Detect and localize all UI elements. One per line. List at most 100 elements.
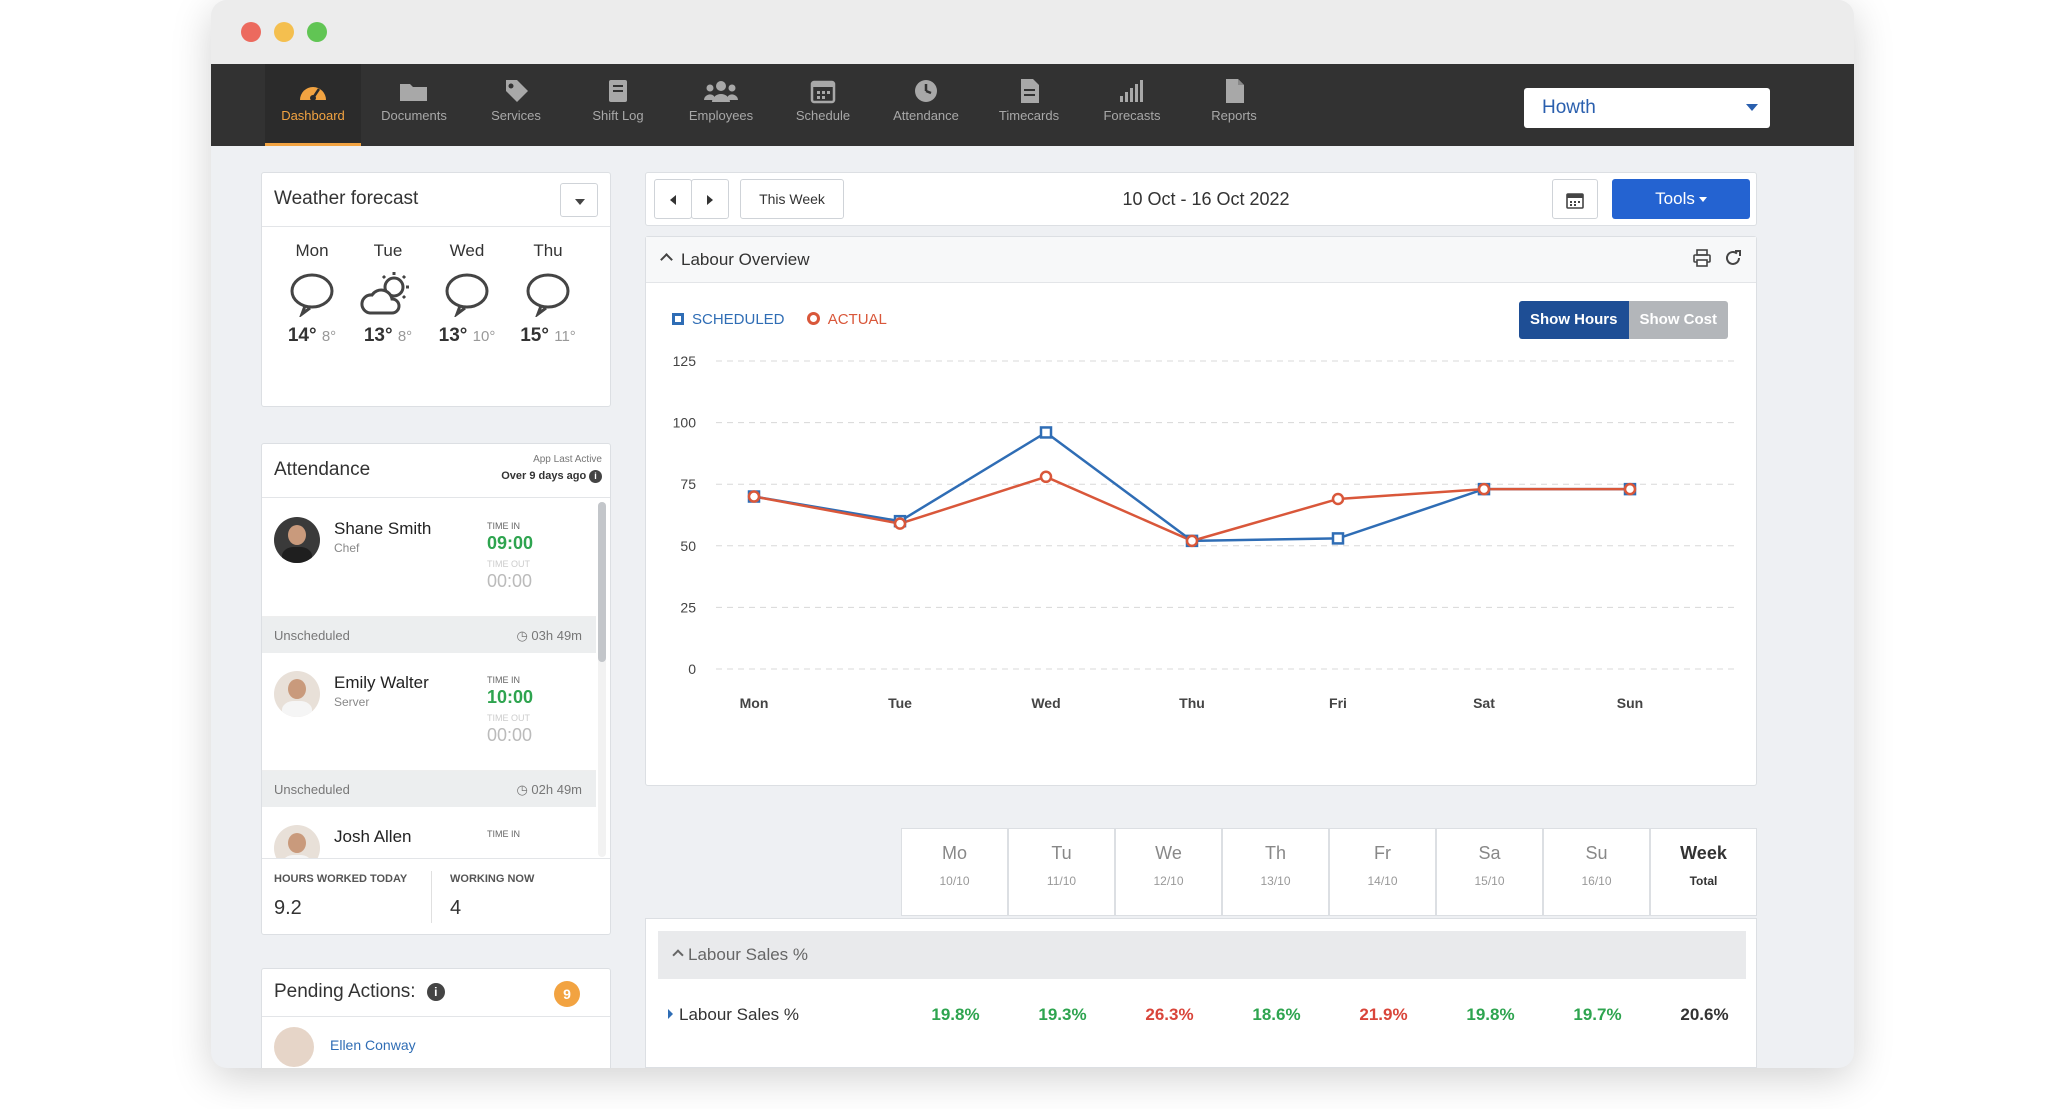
tools-button[interactable]: Tools bbox=[1612, 179, 1750, 219]
day-date: 11/10 bbox=[1046, 874, 1077, 888]
labour-overview-header[interactable]: Labour Overview bbox=[646, 237, 1756, 283]
day-column-header: Week Total bbox=[1650, 828, 1757, 916]
nav-reports[interactable]: Reports bbox=[1186, 64, 1282, 146]
day-date: 14/10 bbox=[1367, 874, 1398, 888]
day-column-header: Tu 11/10 bbox=[1008, 828, 1115, 916]
attendance-row[interactable]: Josh Allen TIME IN bbox=[262, 807, 596, 859]
info-icon[interactable]: i bbox=[589, 469, 602, 483]
this-week-button[interactable]: This Week bbox=[740, 179, 844, 219]
pending-count-badge: 9 bbox=[554, 981, 580, 1007]
nav-services[interactable]: Services bbox=[468, 64, 564, 146]
chevron-up-icon[interactable] bbox=[660, 253, 673, 266]
prev-week-button[interactable] bbox=[654, 179, 692, 219]
clock-icon bbox=[915, 80, 937, 102]
y-tick-label: 0 bbox=[688, 661, 696, 677]
weather-low: 11° bbox=[554, 328, 576, 345]
calendar-icon bbox=[1566, 193, 1584, 210]
close-window-button[interactable] bbox=[241, 22, 261, 42]
square-marker-scheduled bbox=[1039, 426, 1053, 439]
nav-attendance[interactable]: Attendance bbox=[878, 64, 974, 146]
book-icon bbox=[609, 80, 627, 102]
scrollbar-thumb[interactable] bbox=[598, 502, 606, 662]
nav-timecards[interactable]: Timecards bbox=[981, 64, 1077, 146]
weather-day-name: Mon bbox=[295, 241, 329, 260]
weather-high: 15° bbox=[520, 325, 549, 346]
day-column-header: Su 16/10 bbox=[1543, 828, 1650, 916]
circle-marker-actual bbox=[1623, 482, 1637, 496]
circle-marker-icon bbox=[806, 312, 820, 325]
nav-documents[interactable]: Documents bbox=[366, 64, 462, 146]
nav-schedule[interactable]: Schedule bbox=[775, 64, 871, 146]
avatar bbox=[274, 517, 320, 563]
nav-shift-log[interactable]: Shift Log bbox=[570, 64, 666, 146]
location-select[interactable]: Howth bbox=[1524, 88, 1770, 128]
employee-role: Chef bbox=[334, 541, 360, 555]
labour-overview-panel: Labour Overview SCHEDULED ACTUAL Show Ho… bbox=[645, 236, 1757, 786]
time-in-value: 10:00 bbox=[487, 687, 534, 707]
weather-day: Thu 15° 11° bbox=[508, 241, 588, 347]
labour-sales-value: 21.9% bbox=[1359, 1005, 1408, 1024]
chevron-right-icon bbox=[707, 195, 713, 206]
legend-scheduled[interactable]: SCHEDULED bbox=[672, 311, 785, 328]
time-in-label: TIME IN bbox=[487, 829, 520, 839]
info-icon[interactable]: i bbox=[426, 982, 445, 1001]
tools-label: Tools bbox=[1655, 189, 1695, 208]
nav-dashboard[interactable]: Dashboard bbox=[265, 64, 361, 146]
attendance-title: Attendance bbox=[274, 459, 371, 480]
nav-employees[interactable]: Employees bbox=[673, 64, 769, 146]
labour-sales-value: 19.7% bbox=[1573, 1005, 1622, 1024]
next-week-button[interactable] bbox=[691, 179, 729, 219]
weather-low: 10° bbox=[472, 328, 496, 345]
legend-actual-label: ACTUAL bbox=[827, 311, 887, 328]
attendance-scrollbar[interactable] bbox=[598, 502, 606, 857]
print-icon[interactable] bbox=[1693, 249, 1712, 267]
weather-dropdown-button[interactable] bbox=[560, 183, 598, 217]
app-last-active-label: App Last Active bbox=[533, 454, 602, 465]
attendance-row[interactable]: Shane Smith Chef TIME IN 09:00 TIME OUT … bbox=[262, 499, 596, 617]
series-line-actual bbox=[753, 475, 1630, 543]
labour-sales-row[interactable]: Labour Sales % 19.8% 19.3% 26.3% 18.6% 21.9%… bbox=[658, 993, 1746, 1033]
day-abbrev: Tu bbox=[1051, 843, 1072, 863]
pending-person-link[interactable]: Ellen Conway bbox=[330, 1037, 416, 1053]
show-cost-button[interactable]: Show Cost bbox=[1628, 301, 1728, 339]
expand-arrow-icon[interactable] bbox=[668, 1009, 673, 1019]
legend-actual[interactable]: ACTUAL bbox=[806, 311, 887, 328]
calendar-button[interactable] bbox=[1552, 179, 1598, 219]
nav-label: Forecasts bbox=[1103, 108, 1161, 123]
circle-marker-actual bbox=[1477, 482, 1491, 496]
chevron-up-icon bbox=[672, 949, 684, 961]
nav-label: Services bbox=[491, 108, 541, 123]
time-in-value: 09:00 bbox=[487, 533, 534, 553]
pending-header: Pending Actions: i 9 bbox=[262, 969, 610, 1017]
attendance-row[interactable]: Emily Walter Server TIME IN 10:00 TIME O… bbox=[262, 653, 596, 771]
time-in-label: TIME IN bbox=[487, 521, 520, 531]
attendance-footer: HOURS WORKED TODAY 9.2 WORKING NOW 4 bbox=[262, 858, 610, 934]
attendance-list: Shane Smith Chef TIME IN 09:00 TIME OUT … bbox=[262, 499, 596, 859]
weather-high: 13° bbox=[363, 325, 393, 346]
refresh-icon[interactable] bbox=[1724, 249, 1742, 267]
labour-sales-section-header[interactable]: Labour Sales % bbox=[658, 931, 1746, 979]
labour-sales-panel: Labour Sales % Labour Sales % 19.8% 19.3%… bbox=[645, 918, 1757, 1068]
employee-name: Shane Smith bbox=[334, 519, 432, 538]
x-tick-label: Tue bbox=[888, 695, 912, 711]
people-icon bbox=[704, 81, 738, 102]
sun-cloud-icon bbox=[360, 272, 409, 315]
labour-sales-value: 26.3% bbox=[1145, 1005, 1194, 1024]
avatar bbox=[274, 825, 320, 859]
y-tick-label: 125 bbox=[673, 353, 697, 369]
chevron-down-icon bbox=[1698, 197, 1707, 203]
nav-forecasts[interactable]: Forecasts bbox=[1084, 64, 1180, 146]
minimize-window-button[interactable] bbox=[274, 22, 294, 42]
y-tick-label: 100 bbox=[673, 415, 697, 431]
labour-sales-row-label: Labour Sales % bbox=[679, 1005, 800, 1024]
show-hours-button[interactable]: Show Hours bbox=[1518, 301, 1629, 339]
attendance-status: Unscheduled bbox=[274, 782, 350, 797]
day-abbrev: Mo bbox=[941, 843, 967, 863]
series-line-scheduled bbox=[753, 430, 1630, 543]
maximize-window-button[interactable] bbox=[307, 22, 327, 42]
weather-day-name: Thu bbox=[533, 241, 563, 260]
cloud-icon bbox=[526, 273, 570, 317]
x-tick-label: Sat bbox=[1473, 695, 1495, 711]
labour-overview-title: Labour Overview bbox=[681, 250, 810, 269]
day-date: 13/10 bbox=[1260, 874, 1291, 888]
